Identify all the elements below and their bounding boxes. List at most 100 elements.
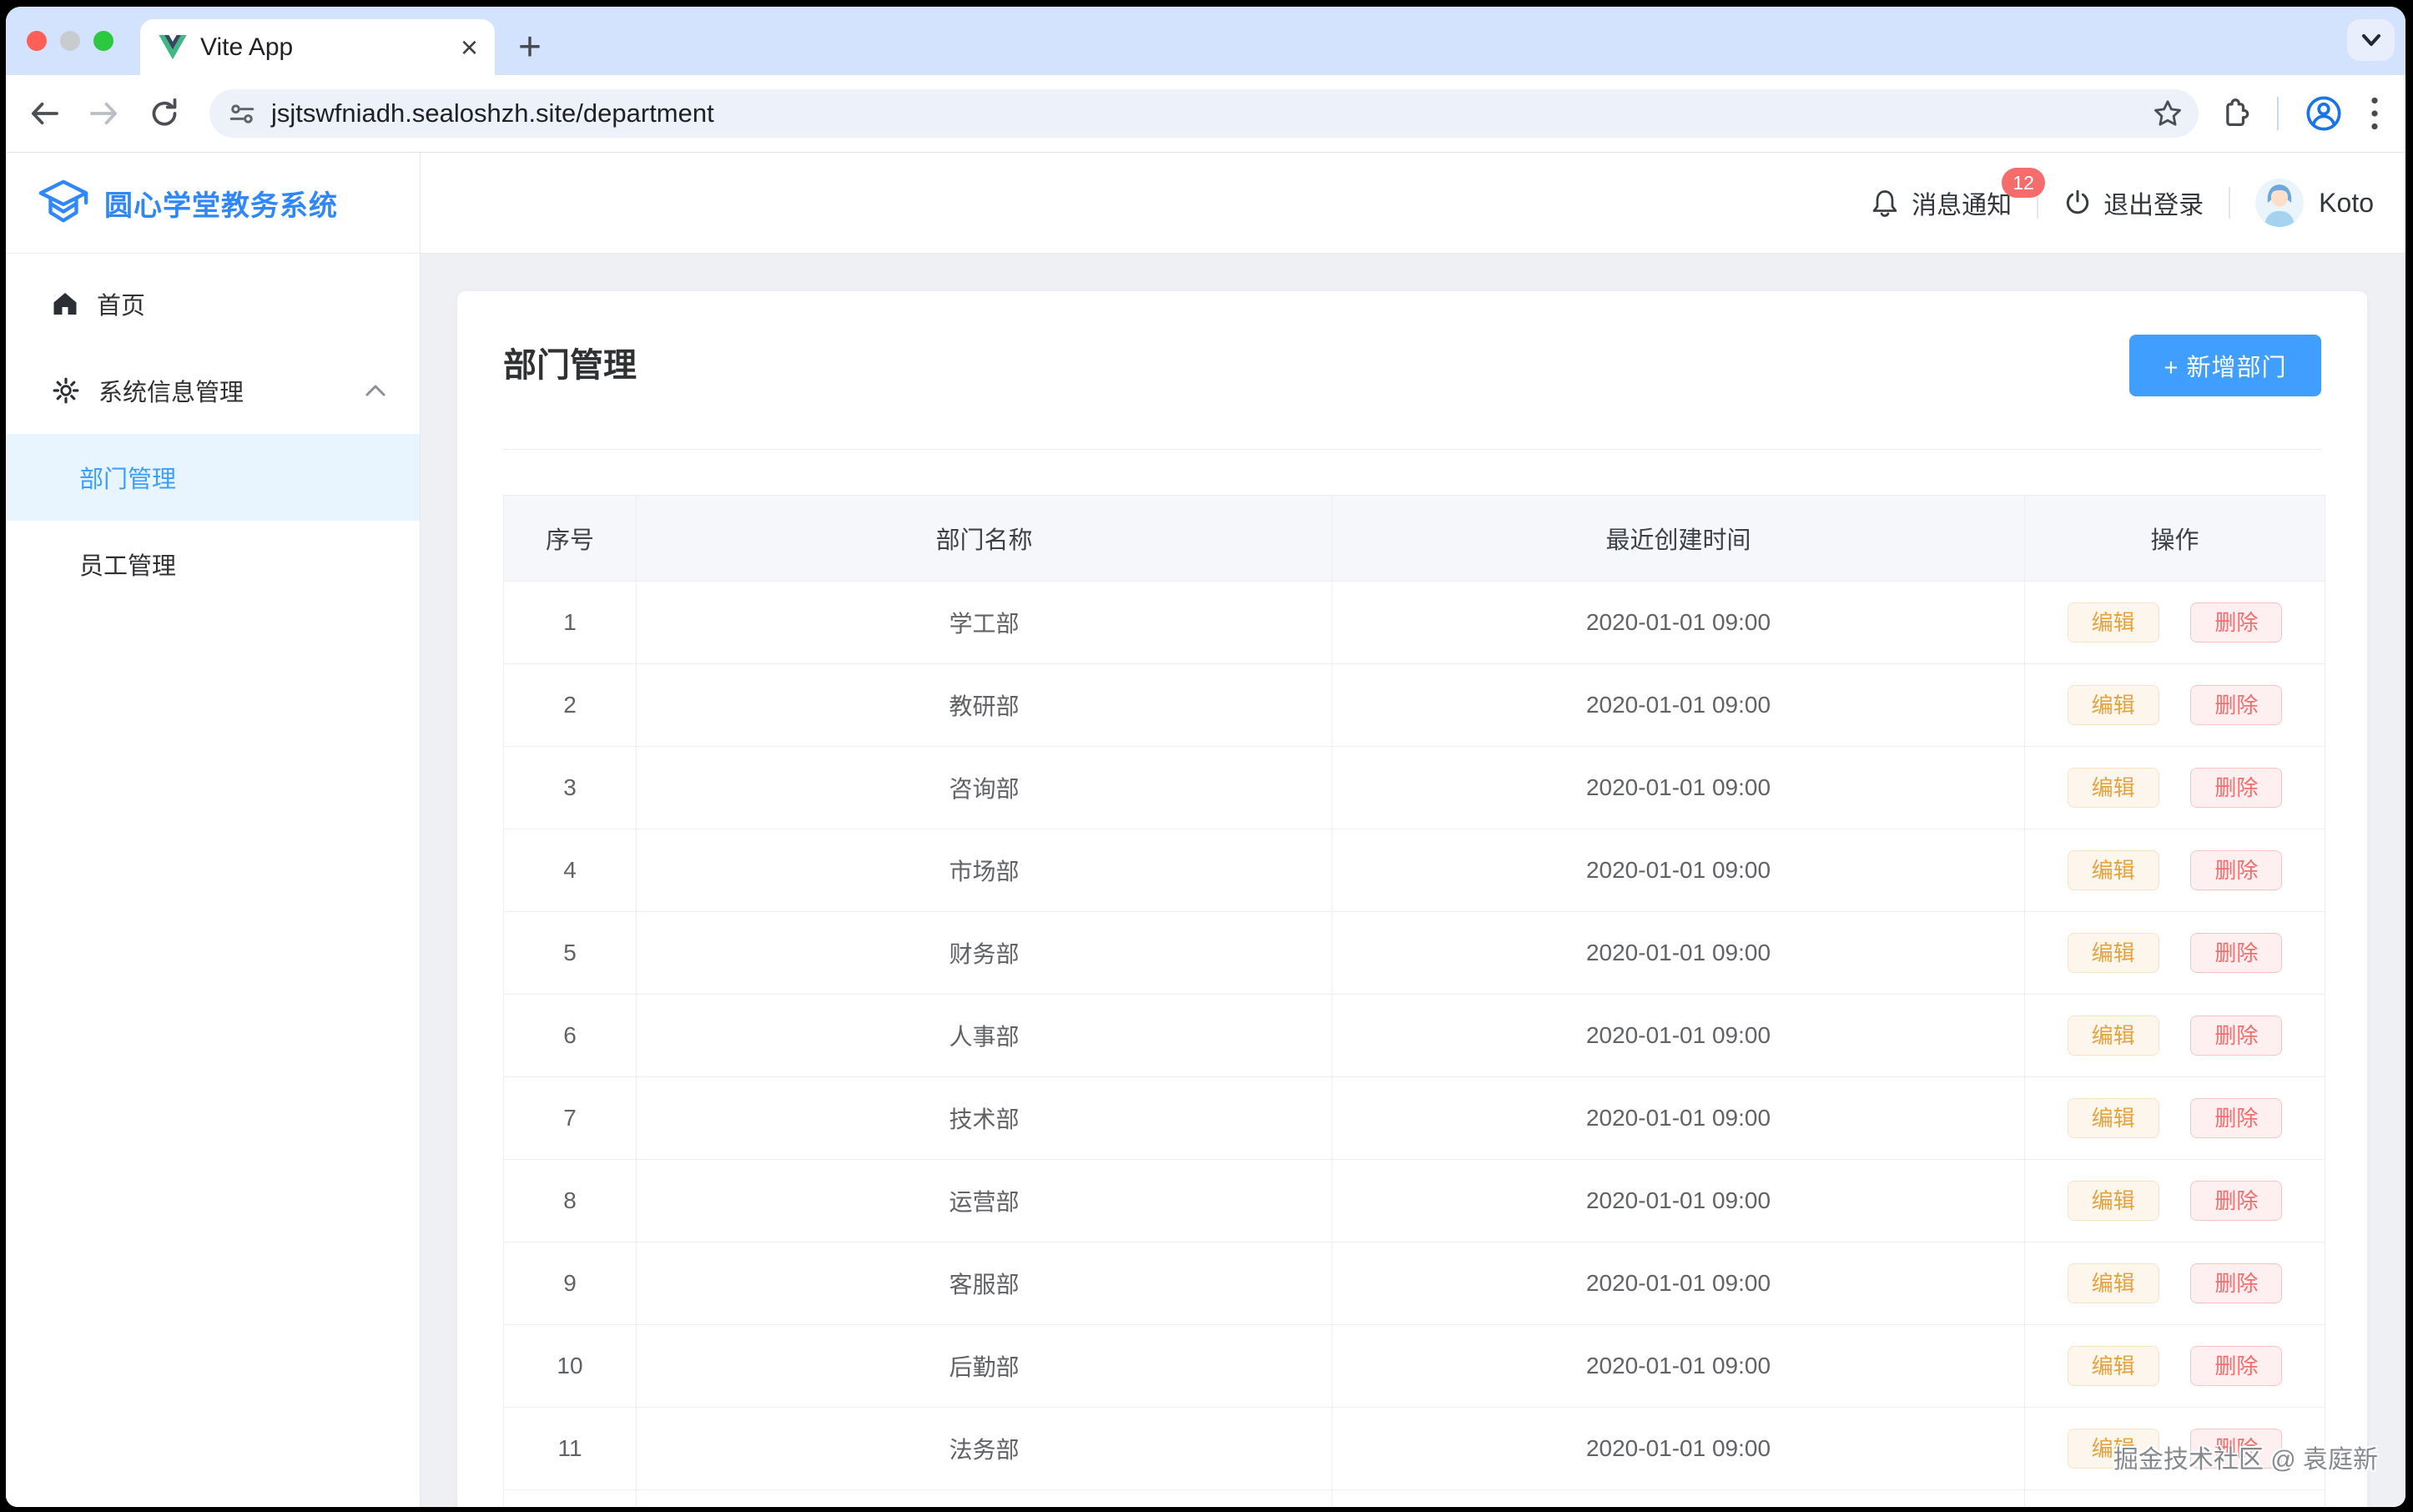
edit-button[interactable]: 编辑 <box>2068 1098 2159 1138</box>
browser-window: Vite App × + <box>6 7 2405 1507</box>
card-header-divider <box>503 449 2321 450</box>
card-header: 部门管理 + 新增部门 <box>503 335 2321 396</box>
edit-button[interactable]: 编辑 <box>2068 602 2159 643</box>
bell-icon <box>1870 188 1900 218</box>
cell-time: 2020-01-01 09:00 <box>1332 664 2025 747</box>
cell-seq: 10 <box>504 1325 637 1408</box>
forward-button[interactable] <box>86 95 123 132</box>
add-department-button[interactable]: + 新增部门 <box>2129 335 2321 396</box>
reload-button[interactable] <box>146 95 183 132</box>
edit-button[interactable]: 编辑 <box>2068 768 2159 808</box>
app-title: 圆心学堂教务系统 <box>104 183 338 224</box>
delete-button[interactable]: 删除 <box>2190 1181 2282 1221</box>
delete-button[interactable]: 删除 <box>2190 1263 2282 1303</box>
table-row: 8 运营部 2020-01-01 09:00 编辑 删除 <box>504 1160 2325 1242</box>
sidebar-item-system-info[interactable]: 系统信息管理 <box>6 347 420 434</box>
cell-actions: 编辑 删除 <box>2025 1077 2325 1160</box>
sidebar-item-department-management[interactable]: 部门管理 <box>6 434 420 521</box>
cell-actions: 编辑 删除 <box>2025 995 2325 1077</box>
sidebar-item-employee-management[interactable]: 员工管理 <box>6 521 420 607</box>
cell-seq: 4 <box>504 829 637 912</box>
cell-name: 学工部 <box>637 582 1332 664</box>
edit-button[interactable]: 编辑 <box>2068 1181 2159 1221</box>
table-row: 6 人事部 2020-01-01 09:00 编辑 删除 <box>504 995 2325 1077</box>
cell-time: 2020-01-01 09:00 <box>1332 1242 2025 1325</box>
delete-button[interactable]: 删除 <box>2190 602 2282 643</box>
delete-button[interactable]: 删除 <box>2190 1098 2282 1138</box>
browser-tab[interactable]: Vite App × <box>140 19 495 75</box>
edit-button[interactable]: 编辑 <box>2068 933 2159 973</box>
table-row: 9 客服部 2020-01-01 09:00 编辑 删除 <box>504 1242 2325 1325</box>
gear-icon <box>52 376 80 405</box>
sidebar: 圆心学堂教务系统 首页 <box>6 153 421 1507</box>
toolbar-actions <box>2217 93 2380 134</box>
close-window-button[interactable] <box>27 31 47 51</box>
user-menu[interactable]: Koto <box>2255 179 2374 227</box>
delete-button[interactable]: 删除 <box>2190 850 2282 890</box>
cell-seq: 3 <box>504 747 637 829</box>
home-icon <box>52 290 78 317</box>
power-icon <box>2063 189 2092 217</box>
edit-button[interactable]: 编辑 <box>2068 850 2159 890</box>
logout-label: 退出登录 <box>2103 184 2204 221</box>
profile-icon[interactable] <box>2304 93 2344 134</box>
cell-seq: 9 <box>504 1242 637 1325</box>
notifications-button[interactable]: 消息通知 12 <box>1870 184 2012 221</box>
edit-button[interactable]: 编辑 <box>2068 685 2159 725</box>
cell-time: 2020-01-01 09:00 <box>1332 747 2025 829</box>
minimize-window-button[interactable] <box>60 31 80 51</box>
tab-search-button[interactable] <box>2347 19 2395 61</box>
cell-actions: 编辑 删除 <box>2025 1160 2325 1242</box>
cell-name <box>637 1490 1332 1508</box>
maximize-window-button[interactable] <box>93 31 113 51</box>
cell-name: 财务部 <box>637 912 1332 995</box>
new-tab-button[interactable]: + <box>506 23 553 70</box>
delete-button[interactable]: 删除 <box>2190 685 2282 725</box>
site-settings-icon[interactable] <box>228 99 256 128</box>
window-controls <box>27 31 113 51</box>
cell-actions: 编辑 删除 <box>2025 664 2325 747</box>
column-header-time: 最近创建时间 <box>1332 496 2025 582</box>
extensions-icon[interactable] <box>2217 96 2252 131</box>
delete-button[interactable]: 删除 <box>2190 768 2282 808</box>
edit-button[interactable]: 编辑 <box>2068 1016 2159 1056</box>
edit-button[interactable]: 编辑 <box>2068 1263 2159 1303</box>
table-row: 5 财务部 2020-01-01 09:00 编辑 删除 <box>504 912 2325 995</box>
table-row: 10 后勤部 2020-01-01 09:00 编辑 删除 <box>504 1325 2325 1408</box>
browser-menu-icon[interactable] <box>2369 95 2380 132</box>
cell-time <box>1332 1490 2025 1508</box>
cell-time: 2020-01-01 09:00 <box>1332 1408 2025 1490</box>
table-row: 1 学工部 2020-01-01 09:00 编辑 删除 <box>504 582 2325 664</box>
cell-actions: 编辑 删除 <box>2025 1490 2325 1508</box>
content-card: 部门管理 + 新增部门 序号 部门名称 最近创建时间 操作 <box>457 291 2367 1507</box>
url-text[interactable]: jsjtswfniadh.sealoshzh.site/department <box>271 98 714 129</box>
delete-button[interactable]: 删除 <box>2190 1016 2282 1056</box>
cell-time: 2020-01-01 09:00 <box>1332 995 2025 1077</box>
vue-favicon-icon <box>159 35 187 60</box>
table-row: 7 技术部 2020-01-01 09:00 编辑 删除 <box>504 1077 2325 1160</box>
delete-button[interactable]: 删除 <box>2190 933 2282 973</box>
cell-name: 咨询部 <box>637 747 1332 829</box>
back-button[interactable] <box>26 95 63 132</box>
tab-title: Vite App <box>200 33 461 62</box>
address-bar[interactable]: jsjtswfniadh.sealoshzh.site/department <box>209 89 2199 138</box>
cell-actions: 编辑 删除 <box>2025 1325 2325 1408</box>
notifications-label: 消息通知 <box>1912 184 2012 221</box>
app-logo: 圆心学堂教务系统 <box>6 153 420 254</box>
department-table: 序号 部门名称 最近创建时间 操作 1 学工部 2020-01-01 09:00… <box>503 495 2325 1507</box>
edit-button[interactable]: 编辑 <box>2068 1346 2159 1386</box>
table-row: 11 法务部 2020-01-01 09:00 编辑 删除 <box>504 1408 2325 1490</box>
watermark: 掘金技术社区 @ 袁庭新 <box>2113 1439 2378 1475</box>
cell-name: 后勤部 <box>637 1325 1332 1408</box>
table-row: 3 咨询部 2020-01-01 09:00 编辑 删除 <box>504 747 2325 829</box>
bookmark-star-icon[interactable] <box>2152 98 2184 129</box>
cell-actions: 编辑 删除 <box>2025 747 2325 829</box>
delete-button[interactable]: 删除 <box>2190 1346 2282 1386</box>
cell-time: 2020-01-01 09:00 <box>1332 829 2025 912</box>
main-area: 消息通知 12 退出登录 <box>421 153 2405 1507</box>
logout-button[interactable]: 退出登录 <box>2063 184 2204 221</box>
sidebar-item-home[interactable]: 首页 <box>6 260 420 347</box>
table-body: 1 学工部 2020-01-01 09:00 编辑 删除 2 教研部 2020-… <box>504 582 2325 1508</box>
close-tab-icon[interactable]: × <box>461 33 478 63</box>
cell-time: 2020-01-01 09:00 <box>1332 582 2025 664</box>
